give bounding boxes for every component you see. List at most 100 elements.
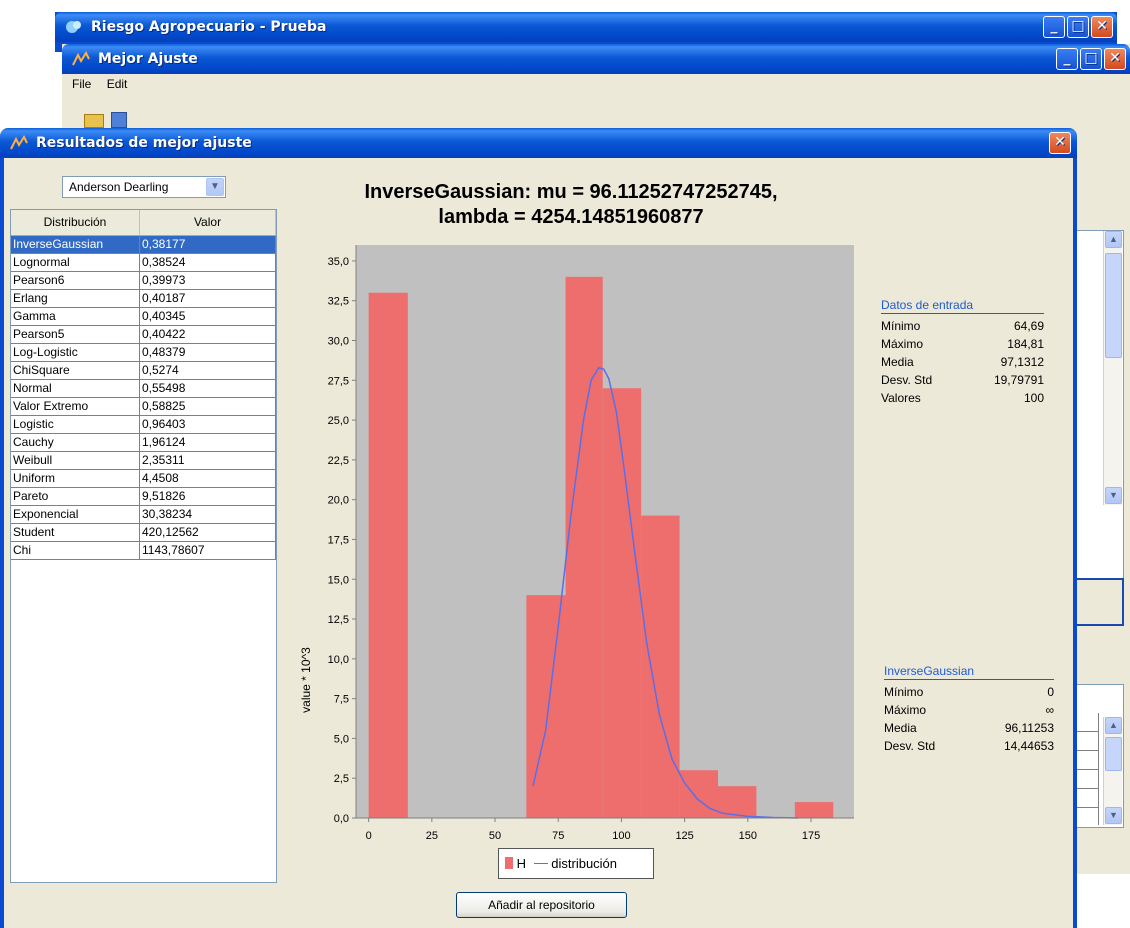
stat-row: Mínimo 64,69 bbox=[881, 317, 1044, 335]
table-row[interactable]: Logistic 0,96403 bbox=[11, 416, 276, 434]
legend-line-distribution bbox=[533, 863, 548, 864]
table-row[interactable]: Valor Extremo 0,58825 bbox=[11, 398, 276, 416]
x-tick-label: 150 bbox=[739, 830, 757, 842]
table-header: Distribución Valor bbox=[11, 210, 276, 236]
x-tick-label: 50 bbox=[489, 830, 501, 842]
cell-distribution: Pareto bbox=[11, 488, 140, 505]
stat-row: Media 96,11253 bbox=[884, 719, 1054, 737]
mid-window-title: Mejor Ajuste bbox=[98, 51, 198, 67]
upper-scrollbar[interactable]: ▲ ▼ bbox=[1103, 231, 1122, 505]
menu-bar: File Edit bbox=[66, 74, 1126, 94]
table-row[interactable]: Cauchy 1,96124 bbox=[11, 434, 276, 452]
column-header-distribution[interactable]: Distribución bbox=[11, 210, 140, 235]
stat-label: Desv. Std bbox=[881, 373, 933, 387]
cell-distribution: Lognormal bbox=[11, 254, 140, 271]
back-window-title: Riesgo Agropecuario - Prueba bbox=[91, 19, 327, 35]
chart-legend: H distribución bbox=[498, 848, 654, 879]
cell-distribution: Logistic bbox=[11, 416, 140, 433]
table-row[interactable]: Pareto 9,51826 bbox=[11, 488, 276, 506]
table-row[interactable]: Pearson5 0,40422 bbox=[11, 326, 276, 344]
cell-value: 0,38524 bbox=[140, 254, 276, 271]
focused-input-box[interactable] bbox=[1072, 578, 1124, 626]
stat-value: 184,81 bbox=[1007, 337, 1044, 351]
histogram-chart: InverseGaussian: mu = 96.11252747252745,… bbox=[299, 181, 854, 842]
menu-edit[interactable]: Edit bbox=[107, 77, 128, 91]
cell-distribution: Normal bbox=[11, 380, 140, 397]
histogram-bar bbox=[526, 595, 566, 818]
scroll-up-arrow[interactable]: ▲ bbox=[1105, 231, 1122, 248]
table-row[interactable]: Normal 0,55498 bbox=[11, 380, 276, 398]
stat-row: Valores 100 bbox=[881, 389, 1044, 407]
maximize-button[interactable]: □ bbox=[1067, 16, 1089, 38]
stat-value: 97,1312 bbox=[1000, 355, 1044, 369]
back-window-titlebar[interactable]: Riesgo Agropecuario - Prueba _ □ ✕ bbox=[55, 12, 1117, 42]
stat-label: Máximo bbox=[884, 703, 927, 717]
table-row[interactable]: Weibull 2,35311 bbox=[11, 452, 276, 470]
table-row[interactable]: InverseGaussian 0,38177 bbox=[11, 236, 276, 254]
test-selector-value: Anderson Dearling bbox=[69, 180, 169, 194]
stat-value: 0 bbox=[1047, 685, 1054, 699]
add-to-repository-button[interactable]: Añadir al repositorio bbox=[456, 892, 627, 918]
cell-value: 0,55498 bbox=[140, 380, 276, 397]
cell-distribution: Pearson5 bbox=[11, 326, 140, 343]
test-selector-dropdown[interactable]: Anderson Dearling ▼ bbox=[62, 176, 226, 198]
legend-swatch-h bbox=[505, 857, 513, 869]
upper-list-panel: ▲ ▼ bbox=[1072, 230, 1124, 606]
x-tick-label: 125 bbox=[675, 830, 693, 842]
close-button[interactable]: ✕ bbox=[1104, 48, 1126, 70]
stat-row: Máximo ∞ bbox=[884, 701, 1054, 719]
cell-distribution: Log-Logistic bbox=[11, 344, 140, 361]
cell-value: 1143,78607 bbox=[140, 542, 276, 559]
y-tick-label: 20,0 bbox=[328, 495, 349, 507]
table-row[interactable]: Chi 1143,78607 bbox=[11, 542, 276, 560]
minimize-button[interactable]: _ bbox=[1056, 48, 1078, 70]
close-button[interactable]: ✕ bbox=[1049, 132, 1071, 154]
y-tick-label: 22,5 bbox=[328, 455, 349, 467]
scroll-thumb[interactable] bbox=[1105, 253, 1122, 358]
y-tick-label: 30,0 bbox=[328, 336, 349, 348]
table-row[interactable]: Pearson6 0,39973 bbox=[11, 272, 276, 290]
stat-label: Valores bbox=[881, 391, 921, 405]
mid-window-titlebar[interactable]: Mejor Ajuste _ □ ✕ bbox=[62, 44, 1130, 74]
table-row[interactable]: Log-Logistic 0,48379 bbox=[11, 344, 276, 362]
table-row[interactable]: Exponencial 30,38234 bbox=[11, 506, 276, 524]
menu-file[interactable]: File bbox=[72, 77, 91, 91]
column-header-value[interactable]: Valor bbox=[140, 210, 276, 235]
cell-value: 0,96403 bbox=[140, 416, 276, 433]
histogram-bar bbox=[794, 802, 834, 818]
table-row[interactable]: Gamma 0,40345 bbox=[11, 308, 276, 326]
stat-value: ∞ bbox=[1045, 703, 1054, 717]
table-row[interactable]: Lognormal 0,38524 bbox=[11, 254, 276, 272]
close-button[interactable]: ✕ bbox=[1091, 16, 1113, 38]
scroll-thumb[interactable] bbox=[1105, 737, 1122, 771]
chart-title-line-1: InverseGaussian: mu = 96.11252747252745, bbox=[364, 181, 777, 203]
table-row[interactable]: ChiSquare 0,5274 bbox=[11, 362, 276, 380]
cell-value: 0,40422 bbox=[140, 326, 276, 343]
cell-value: 2,35311 bbox=[140, 452, 276, 469]
app-icon bbox=[66, 21, 81, 33]
table-row[interactable]: Student 420,12562 bbox=[11, 524, 276, 542]
table-body: InverseGaussian 0,38177 Lognormal 0,38524 Pe… bbox=[11, 236, 276, 560]
dialog-titlebar[interactable]: Resultados de mejor ajuste ✕ bbox=[0, 128, 1077, 158]
y-tick-label: 10,0 bbox=[328, 654, 349, 666]
scroll-up-arrow[interactable]: ▲ bbox=[1105, 717, 1122, 734]
scroll-down-arrow[interactable]: ▼ bbox=[1105, 807, 1122, 824]
save-icon[interactable] bbox=[111, 112, 128, 128]
histogram-bar bbox=[679, 770, 718, 818]
distribution-table: Distribución Valor InverseGaussian 0,3817… bbox=[10, 209, 277, 883]
stat-row: Desv. Std 19,79791 bbox=[881, 371, 1044, 389]
table-row[interactable]: Erlang 0,40187 bbox=[11, 290, 276, 308]
dialog-title: Resultados de mejor ajuste bbox=[36, 135, 252, 151]
cell-distribution: Cauchy bbox=[11, 434, 140, 451]
open-icon[interactable] bbox=[84, 114, 104, 128]
scroll-down-arrow[interactable]: ▼ bbox=[1105, 487, 1122, 504]
cell-distribution: Weibull bbox=[11, 452, 140, 469]
chevron-down-icon[interactable]: ▼ bbox=[206, 178, 224, 196]
lower-scrollbar[interactable]: ▲ ▼ bbox=[1103, 717, 1122, 825]
maximize-button[interactable]: □ bbox=[1080, 48, 1102, 70]
minimize-button[interactable]: _ bbox=[1043, 16, 1065, 38]
table-row[interactable]: Uniform 4,4508 bbox=[11, 470, 276, 488]
stat-label: Desv. Std bbox=[884, 739, 936, 753]
stat-label: Mínimo bbox=[881, 319, 921, 333]
distribution-stats-title: InverseGaussian bbox=[884, 664, 1054, 680]
